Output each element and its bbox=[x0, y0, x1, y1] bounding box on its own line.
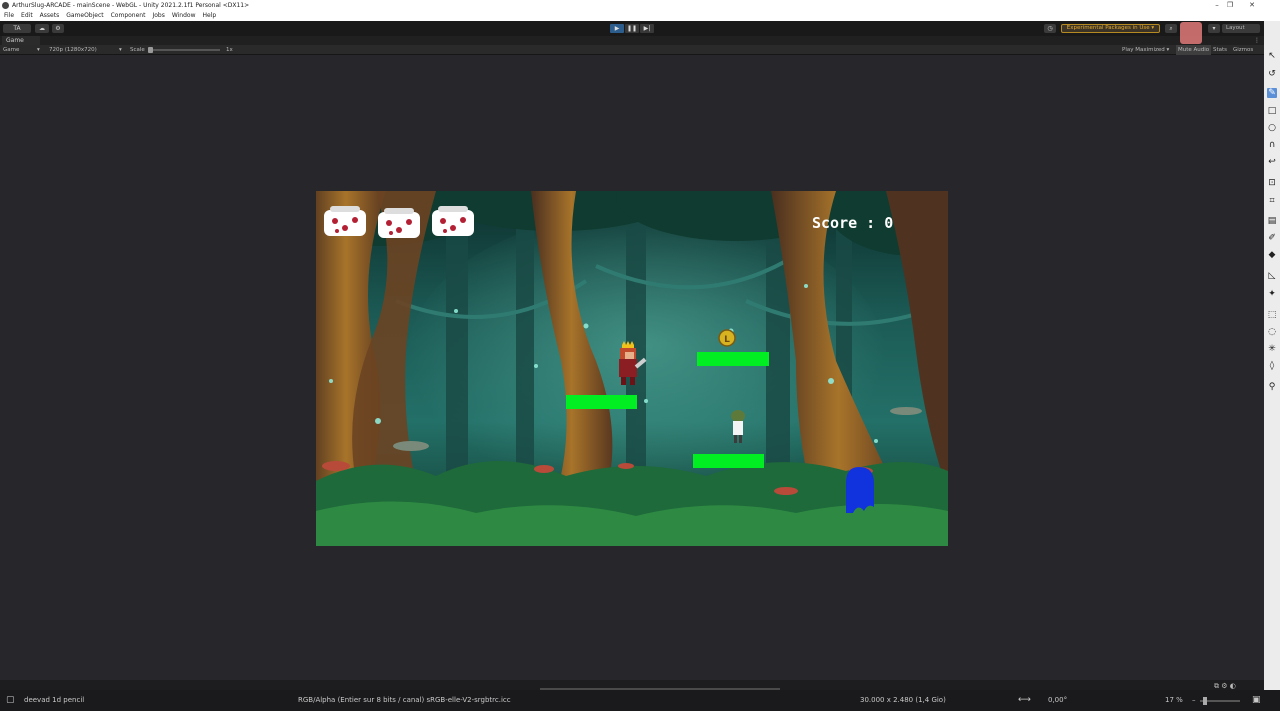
history-icon[interactable]: ◷ bbox=[1044, 24, 1056, 33]
tab-menu-icon[interactable]: ⋮ bbox=[1254, 36, 1260, 45]
account-label: TA bbox=[13, 25, 21, 32]
brush-name: deevad 1d pencil bbox=[24, 696, 85, 704]
status-bar: ▢ deevad 1d pencil RGB/Alpha (Entier sur… bbox=[0, 690, 1280, 711]
tab-game[interactable]: Game bbox=[2, 36, 40, 45]
display-dropdown-arrow[interactable]: ▾ bbox=[37, 45, 40, 55]
path-tool-icon[interactable]: ∩ bbox=[1267, 140, 1277, 150]
close-button[interactable]: ✕ bbox=[1240, 0, 1264, 11]
ellipse-tool-icon[interactable]: ○ bbox=[1267, 123, 1277, 133]
game-tab-label: Game bbox=[6, 37, 24, 44]
score-text: Score : 0 bbox=[812, 214, 893, 232]
menu-window[interactable]: Window bbox=[168, 11, 199, 21]
gizmos-dropdown[interactable]: Gizmos bbox=[1233, 45, 1253, 55]
scale-label: Scale bbox=[130, 47, 145, 53]
rect-select-tool-icon[interactable]: ⬚ bbox=[1267, 310, 1277, 320]
display-dropdown[interactable]: Game bbox=[3, 45, 19, 55]
scale-slider[interactable] bbox=[148, 49, 220, 51]
game-canvas[interactable]: Score : 0 L bbox=[316, 191, 948, 546]
cloud-icon[interactable]: ☁ bbox=[35, 24, 49, 33]
window-title: ArthurSlug-ARCADE - mainScene - WebGL - … bbox=[12, 2, 250, 9]
pencil-tool-icon[interactable]: ✎ bbox=[1267, 88, 1277, 98]
life-icon bbox=[378, 208, 420, 238]
fill-tool-icon[interactable]: ◆ bbox=[1267, 250, 1277, 260]
tab-row: Game ⋮ bbox=[0, 36, 1264, 45]
menu-help[interactable]: Help bbox=[199, 11, 220, 21]
step-button[interactable]: ▶| bbox=[640, 24, 654, 33]
rotation-angle: 0,00° bbox=[1048, 696, 1068, 704]
menu-jobs[interactable]: Jobs bbox=[148, 11, 167, 21]
scale-slider-knob[interactable] bbox=[148, 47, 153, 53]
zoom-tool-icon[interactable]: ⚲ bbox=[1267, 382, 1277, 392]
layers-dropdown[interactable]: ▾ bbox=[1208, 24, 1220, 33]
gradient-tool-icon[interactable]: ▤ bbox=[1267, 216, 1277, 226]
game-view-toolbar: Game ▾ 720p (1280x720) ▾ Scale 1x Play M… bbox=[0, 45, 1264, 55]
experimental-packages-badge[interactable]: Experimental Packages in Use ▾ bbox=[1061, 24, 1160, 33]
main-toolbar: TA ☁ ⚙ ▶ ❚❚ ▶| ◷ Experimental Packages i… bbox=[0, 21, 1264, 36]
rotation-icon[interactable]: ⟷ bbox=[1018, 690, 1031, 711]
pin-tool-icon[interactable]: ✦ bbox=[1267, 289, 1277, 299]
tool-strip: ↖ ↺ ✎ □ ○ ∩ ↩ ⊡ ⌗ ▤ ✐ ◆ ◺ ✦ ⬚ ◌ ✳ ◊ ⚲ bbox=[1264, 21, 1280, 690]
brush-tool-icon[interactable]: ✐ bbox=[1267, 233, 1277, 243]
maximize-button[interactable]: ❐ bbox=[1218, 0, 1242, 11]
crop-tool-icon[interactable]: ⌗ bbox=[1267, 196, 1277, 206]
zoom-out-icon[interactable]: – bbox=[1192, 690, 1196, 711]
transform-tool-icon[interactable]: ⊡ bbox=[1267, 178, 1277, 188]
zoom-slider-knob[interactable] bbox=[1203, 697, 1207, 705]
window-title-bar: ArthurSlug-ARCADE - mainScene - WebGL - … bbox=[0, 0, 1280, 11]
menu-assets[interactable]: Assets bbox=[36, 11, 63, 21]
menu-edit[interactable]: Edit bbox=[17, 11, 36, 21]
unity-app-icon bbox=[2, 2, 9, 9]
measure-tool-icon[interactable]: ◺ bbox=[1267, 271, 1277, 281]
scale-value: 1x bbox=[226, 47, 233, 53]
rectangle-tool-icon[interactable]: □ bbox=[1267, 106, 1277, 116]
cursor-highlight bbox=[1180, 22, 1202, 44]
menu-component[interactable]: Component bbox=[107, 11, 149, 21]
forest-scene: Score : 0 L bbox=[316, 191, 948, 546]
coin-icon: L bbox=[718, 329, 736, 347]
lives-display bbox=[324, 206, 474, 238]
ellipse-select-tool-icon[interactable]: ◌ bbox=[1267, 327, 1277, 337]
platform bbox=[566, 395, 637, 409]
platform bbox=[697, 352, 769, 366]
fit-view-icon[interactable]: ▣ bbox=[1252, 690, 1261, 711]
resolution-dropdown[interactable]: 720p (1280x720) bbox=[49, 45, 97, 55]
document-icon: ▢ bbox=[6, 695, 15, 705]
play-maximized-dropdown[interactable]: Play Maximized ▾ bbox=[1122, 45, 1169, 55]
menu-bar: File Edit Assets GameObject Component Jobs Win… bbox=[0, 11, 1280, 21]
freehand-select-tool-icon[interactable]: ◊ bbox=[1267, 361, 1277, 371]
collab-icon[interactable]: ⚙ bbox=[52, 24, 64, 33]
canvas-dimensions: 30.000 x 2.480 (1,4 Gio) bbox=[860, 696, 946, 704]
select-tool-icon[interactable]: ↖ bbox=[1267, 51, 1277, 61]
layout-dropdown[interactable]: Layout bbox=[1222, 24, 1260, 33]
pause-button[interactable]: ❚❚ bbox=[625, 24, 639, 33]
magic-wand-tool-icon[interactable]: ✳ bbox=[1267, 344, 1277, 354]
zoom-level: 17 % bbox=[1165, 696, 1183, 704]
menu-gameobject[interactable]: GameObject bbox=[62, 11, 106, 21]
lasso-tool-icon[interactable]: ↺ bbox=[1267, 69, 1277, 79]
stats-toggle[interactable]: Stats bbox=[1213, 45, 1227, 55]
resolution-dropdown-arrow[interactable]: ▾ bbox=[119, 45, 122, 55]
play-button[interactable]: ▶ bbox=[610, 24, 624, 33]
platform bbox=[693, 454, 764, 468]
menu-file[interactable]: File bbox=[0, 11, 17, 21]
account-dropdown[interactable]: TA bbox=[3, 24, 31, 33]
search-icon[interactable]: ⌕ bbox=[1165, 24, 1177, 33]
mute-audio-toggle[interactable]: Mute Audio bbox=[1176, 45, 1212, 55]
svg-text:L: L bbox=[724, 335, 730, 345]
life-icon bbox=[432, 206, 474, 236]
color-profile: RGB/Alpha (Entier sur 8 bits / canal) sR… bbox=[298, 696, 511, 704]
curve-tool-icon[interactable]: ↩ bbox=[1267, 157, 1277, 167]
life-icon bbox=[324, 206, 366, 236]
